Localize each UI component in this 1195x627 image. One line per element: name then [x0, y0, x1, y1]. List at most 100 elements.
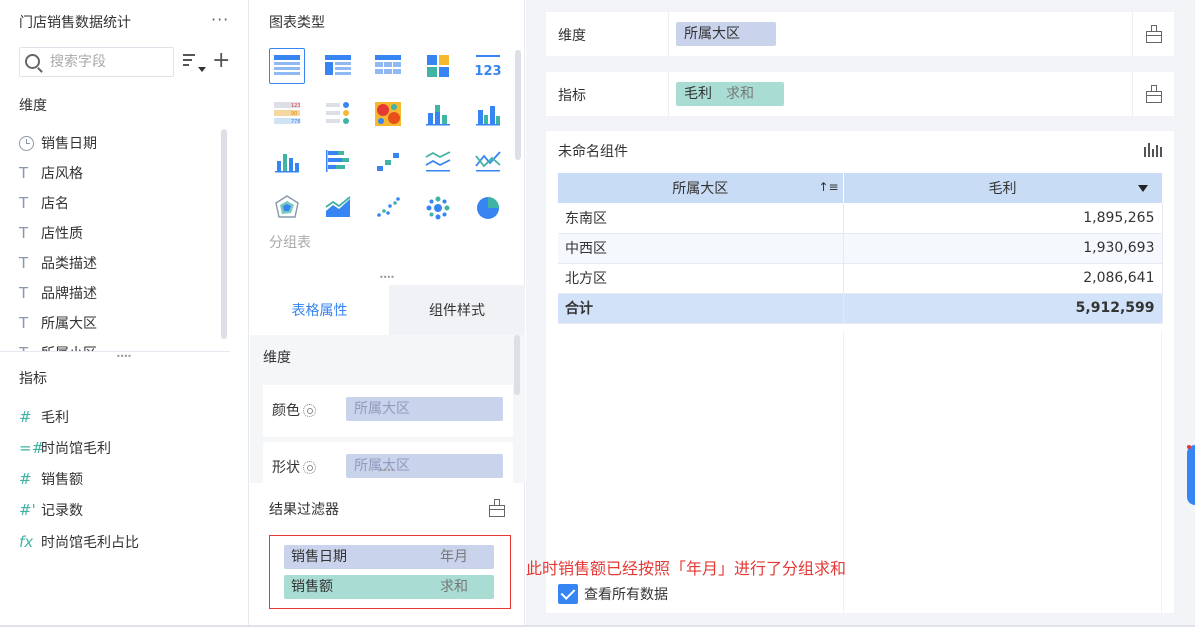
checkbox-checked-icon[interactable]	[558, 584, 578, 604]
table-cell-value: 2,086,641	[843, 263, 1163, 294]
field-search-input[interactable]	[50, 52, 170, 72]
search-icon	[25, 54, 40, 69]
clear-indicator-icon[interactable]	[1144, 85, 1164, 103]
indicator-item-fashion-ratio[interactable]: fx 时尚馆毛利占比	[19, 530, 139, 554]
chart-type-kpi[interactable]: 123	[470, 48, 506, 84]
chart-type-stacked-bar[interactable]	[320, 143, 356, 179]
table-cell-region: 东南区	[558, 203, 844, 234]
chart-type-scatter[interactable]	[370, 190, 406, 226]
text-type-icon: T	[19, 164, 29, 182]
gear-icon[interactable]	[303, 404, 316, 417]
dimension-item-label: 销售日期	[41, 136, 97, 152]
dimension-item-date[interactable]: 销售日期	[19, 131, 97, 155]
chart-type-grouped-column[interactable]	[470, 96, 506, 132]
sort-icon[interactable]: ↑≡	[819, 180, 839, 194]
chart-type-radar[interactable]	[269, 190, 305, 226]
gear-icon[interactable]	[303, 461, 316, 474]
properties-scrollbar[interactable]	[514, 335, 520, 395]
indicator-item-sales[interactable]: # 销售额	[19, 467, 83, 491]
chart-type-grouped-table[interactable]	[269, 48, 305, 84]
table-widget: 未命名组件 所属大区 ↑≡ 毛利 东南区 1,895,265 中西区 1,930,…	[546, 131, 1174, 613]
dimension-section-label: 维度	[19, 98, 47, 114]
svg-text:123: 123	[474, 64, 501, 78]
dimension-item-store-type[interactable]: T 店性质	[19, 221, 83, 245]
line-chart-icon	[425, 151, 451, 172]
filter-field-sales-date[interactable]: 销售日期 年月	[284, 545, 494, 569]
chart-type-multi-line[interactable]	[470, 143, 506, 179]
svg-text:123: 123	[291, 103, 301, 109]
color-field-pill[interactable]: 所属大区	[346, 397, 503, 421]
indicator-item-fashion-profit[interactable]: =# 时尚馆毛利	[19, 436, 111, 460]
more-options-icon[interactable]: ···	[211, 10, 229, 29]
resize-handle[interactable]: ••••	[379, 466, 395, 475]
chart-type-scrollbar[interactable]	[515, 50, 521, 160]
indicator-shelf-label: 指标	[558, 88, 586, 104]
chart-type-range-dot[interactable]	[370, 143, 406, 179]
color-property-row: 颜色 所属大区	[263, 385, 513, 437]
indicator-shelf-pill[interactable]: 毛利 求和	[676, 82, 784, 106]
dimension-item-subregion[interactable]: T 所属小区	[19, 341, 97, 351]
dimension-scrollbar[interactable]	[221, 129, 227, 339]
table-row: 中西区 1,930,693	[558, 233, 1163, 264]
dimension-item-label: 店性质	[41, 226, 83, 242]
chart-type-area[interactable]	[320, 190, 356, 226]
table-cell-region: 中西区	[558, 233, 844, 264]
chart-type-cross-table[interactable]	[370, 48, 406, 84]
column-header-profit[interactable]: 毛利	[843, 173, 1163, 203]
radar-chart-icon	[275, 195, 299, 218]
chart-type-color-table[interactable]: 123 90 778	[269, 96, 305, 132]
widget-title[interactable]: 未命名组件	[558, 141, 628, 161]
shape-field-pill[interactable]: 所属大区	[346, 454, 503, 478]
chart-type-heat-grid[interactable]	[420, 48, 456, 84]
column-header-region[interactable]: 所属大区 ↑≡	[558, 173, 844, 203]
filter-field-sales-amount[interactable]: 销售额 求和	[284, 575, 494, 599]
chart-type-line[interactable]	[420, 143, 456, 179]
grouped-table-icon	[274, 55, 300, 75]
dimension-item-brand[interactable]: T 品牌描述	[19, 281, 97, 305]
add-field-icon[interactable]: +	[212, 48, 230, 74]
color-property-label: 颜色	[272, 400, 316, 420]
clear-filter-icon[interactable]	[487, 499, 507, 517]
tab-table-properties[interactable]: 表格属性	[250, 285, 389, 335]
resize-handle[interactable]: ••••	[116, 352, 132, 361]
chevron-down-icon[interactable]	[1137, 185, 1148, 192]
range-dot-icon	[377, 153, 399, 171]
indicator-item-label: 记录数	[41, 503, 83, 519]
canvas-area: 维度 所属大区 指标 毛利 求和 未命名组件 所属大区 ↑≡ 毛利 东南区 1,…	[526, 0, 1195, 627]
indicator-item-label: 销售额	[41, 472, 83, 488]
dimension-item-store-name[interactable]: T 店名	[19, 191, 69, 215]
filter-field-label: 销售日期	[291, 549, 347, 565]
table-total-row: 合计 5,912,599	[558, 293, 1163, 324]
clear-dimension-icon[interactable]	[1144, 25, 1164, 43]
table-cell-value: 1,930,693	[843, 233, 1163, 264]
view-all-data-checkbox[interactable]: 查看所有数据	[558, 584, 668, 604]
field-search-box[interactable]	[19, 47, 174, 77]
dimension-shelf-pill[interactable]: 所属大区	[676, 22, 776, 46]
chart-type-stacked-column[interactable]	[420, 96, 456, 132]
number-type-icon: #	[19, 470, 32, 488]
area-chart-icon	[325, 196, 351, 217]
resize-handle[interactable]: ••••	[379, 273, 395, 282]
chart-type-detail-table[interactable]	[320, 48, 356, 84]
indicator-item-record-count[interactable]: #' 记录数	[19, 498, 83, 522]
chart-type-pie[interactable]	[470, 190, 506, 226]
tab-component-style[interactable]: 组件样式	[389, 285, 525, 335]
chart-type-heatmap[interactable]	[370, 96, 406, 132]
chart-type-column[interactable]	[269, 143, 305, 179]
dataset-panel: 门店销售数据统计 ··· + 维度 销售日期 T 店风格 T 店名 T 店性质 …	[0, 0, 249, 627]
bar-chart-toggle-icon[interactable]	[1144, 143, 1162, 157]
color-table-icon: 123 90 778	[274, 102, 301, 125]
dimension-item-category[interactable]: T 品类描述	[19, 251, 97, 275]
chart-type-bullet-table[interactable]	[320, 96, 356, 132]
detail-table-icon	[325, 55, 351, 75]
indicator-item-label: 时尚馆毛利占比	[41, 535, 139, 551]
field-sort-icon[interactable]	[183, 52, 209, 74]
dimension-item-region[interactable]: T 所属大区	[19, 311, 97, 335]
cross-table-icon	[375, 55, 401, 74]
indicator-item-profit[interactable]: # 毛利	[19, 405, 69, 429]
indicator-section-label: 指标	[19, 371, 47, 387]
dimension-item-style[interactable]: T 店风格	[19, 161, 83, 185]
date-icon	[19, 135, 34, 151]
floating-assistant-icon[interactable]	[1187, 445, 1195, 505]
chart-type-bubble[interactable]	[420, 190, 456, 226]
